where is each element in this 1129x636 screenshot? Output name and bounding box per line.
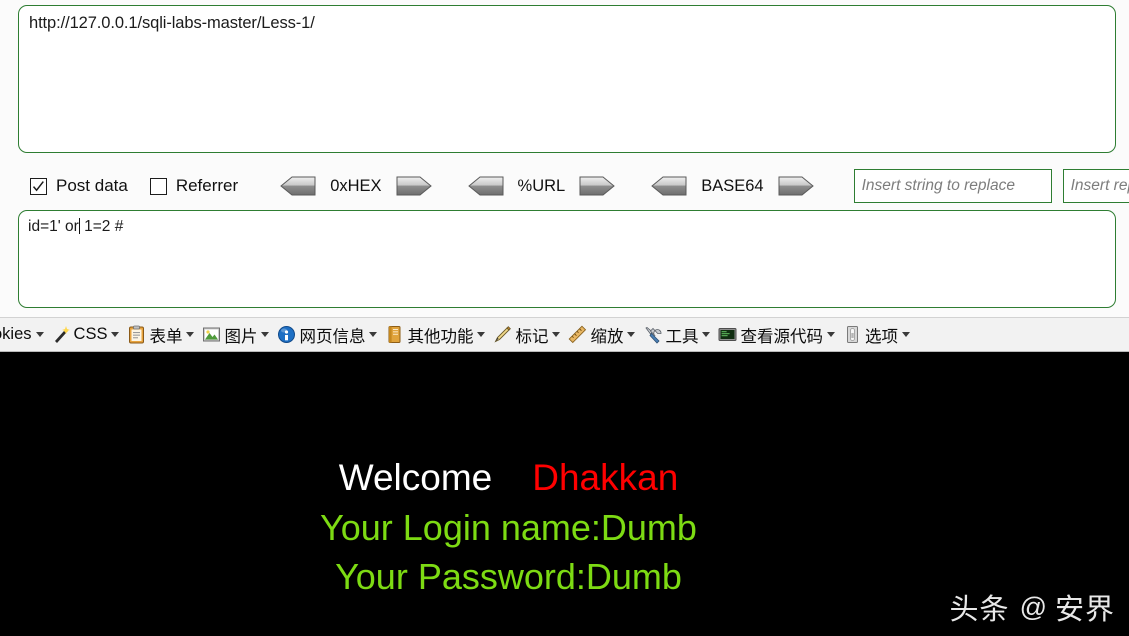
post-data-value-before-caret: id=1' or bbox=[28, 218, 79, 235]
chevron-down-icon bbox=[627, 332, 636, 337]
replace-search-placeholder: Insert string to replace bbox=[861, 177, 1015, 194]
chevron-down-icon bbox=[111, 332, 120, 337]
webdev-toolbar: okies CSS 表单 bbox=[0, 317, 1129, 352]
post-data-value: id=1' or 1=2 # bbox=[28, 217, 123, 236]
toolbar-item-options[interactable]: 选项 bbox=[840, 321, 913, 349]
post-data-value-after-caret: 1=2 # bbox=[79, 218, 124, 235]
post-data-textarea[interactable]: id=1' or 1=2 # bbox=[18, 210, 1116, 308]
chevron-down-icon bbox=[477, 332, 486, 337]
toolbar-label-information: 网页信息 bbox=[299, 327, 366, 346]
referrer-label: Referrer bbox=[175, 176, 239, 195]
toolbar-item-css[interactable]: CSS bbox=[49, 321, 123, 349]
toolbar-item-information[interactable]: 网页信息 bbox=[274, 321, 380, 349]
replace-with-placeholder: Insert rep bbox=[1070, 177, 1129, 194]
images-picture-icon bbox=[203, 327, 221, 342]
toolbar-item-forms[interactable]: 表单 bbox=[124, 321, 197, 349]
view-source-screen-icon bbox=[718, 328, 737, 341]
login-name-line: Your Login name:Dumb bbox=[320, 507, 697, 548]
toolbar-item-images[interactable]: 图片 bbox=[199, 321, 272, 349]
referrer-checkbox[interactable]: Referrer bbox=[149, 176, 239, 196]
toolbar-item-cookies[interactable]: okies bbox=[0, 321, 47, 349]
chevron-down-icon bbox=[702, 332, 711, 337]
post-data-label: Post data bbox=[56, 176, 128, 195]
url-value: http://127.0.0.1/sqli-labs-master/Less-1… bbox=[29, 14, 315, 32]
outline-pencil-icon bbox=[494, 326, 512, 343]
welcome-text: Welcome bbox=[338, 457, 493, 498]
chevron-down-icon bbox=[186, 332, 195, 337]
watermark-at-symbol: @ bbox=[1019, 591, 1048, 622]
toolbar-label-cookies: okies bbox=[0, 325, 32, 343]
toolbar-item-view-source[interactable]: 查看源代码 bbox=[715, 321, 838, 349]
toolbar-label-misc: 其他功能 bbox=[407, 327, 474, 346]
chevron-down-icon bbox=[35, 332, 44, 337]
toolbar-item-misc[interactable]: 其他功能 bbox=[382, 321, 488, 349]
page-content-inner: Welcome Dhakkan Your Login name:Dumb Your… bbox=[0, 352, 1129, 636]
encoder-label-hex: 0xHEX bbox=[330, 176, 382, 195]
toolbar-label-outline: 标记 bbox=[515, 327, 549, 346]
post-data-checkbox-box[interactable] bbox=[30, 177, 47, 195]
hackbar-panel: http://127.0.0.1/sqli-labs-master/Less-1… bbox=[0, 0, 1129, 352]
watermark-brand: 头条 bbox=[949, 594, 1010, 626]
watermark: 头条 @ 安界 bbox=[950, 586, 1115, 628]
encoder-label-url: %URL bbox=[517, 176, 566, 195]
toolbar-label-css: CSS bbox=[73, 325, 108, 343]
chevron-down-icon bbox=[826, 332, 835, 337]
css-wand-icon bbox=[54, 326, 70, 343]
checkmark-icon bbox=[32, 180, 44, 191]
forms-clipboard-icon bbox=[129, 325, 145, 344]
post-data-checkbox[interactable]: Post data bbox=[30, 176, 128, 196]
encoder-group-url: %URL bbox=[467, 176, 616, 196]
toolbar-label-forms: 表单 bbox=[149, 327, 183, 346]
base64-encode-arrow-icon[interactable] bbox=[778, 176, 814, 196]
toolbar-label-tools: 工具 bbox=[665, 327, 699, 346]
hex-encode-arrow-icon[interactable] bbox=[396, 176, 432, 196]
screenshot-root: http://127.0.0.1/sqli-labs-master/Less-1… bbox=[0, 0, 1129, 636]
toolbar-item-outline[interactable]: 标记 bbox=[490, 321, 563, 349]
encoder-label-base64: BASE64 bbox=[701, 176, 764, 195]
hex-decode-arrow-icon[interactable] bbox=[280, 176, 316, 196]
password-line: Your Password:Dumb bbox=[335, 556, 682, 597]
welcome-name: Dhakkan bbox=[532, 457, 679, 498]
toolbar-label-resize: 缩放 bbox=[590, 327, 624, 346]
toolbar-label-options: 选项 bbox=[864, 327, 898, 346]
options-switch-icon bbox=[846, 326, 858, 343]
page-content-area: Welcome Dhakkan Your Login name:Dumb Your… bbox=[0, 352, 1129, 636]
chevron-down-icon bbox=[369, 332, 378, 337]
toolbar-label-images: 图片 bbox=[224, 327, 258, 346]
toolbar-item-resize[interactable]: 缩放 bbox=[565, 321, 638, 349]
chevron-down-icon bbox=[901, 332, 910, 337]
encoder-group-hex: 0xHEX bbox=[280, 176, 432, 196]
misc-book-icon bbox=[388, 326, 401, 343]
welcome-line: Welcome Dhakkan bbox=[0, 456, 1017, 500]
url-textarea[interactable]: http://127.0.0.1/sqli-labs-master/Less-1… bbox=[18, 5, 1116, 153]
replace-with-input[interactable]: Insert rep bbox=[1062, 169, 1129, 203]
encoder-group-base64: BASE64 bbox=[651, 176, 814, 196]
base64-decode-arrow-icon[interactable] bbox=[651, 176, 687, 196]
information-info-icon bbox=[278, 326, 296, 343]
tools-wrench-icon bbox=[645, 327, 662, 344]
resize-ruler-icon bbox=[569, 325, 587, 344]
referrer-checkbox-box[interactable] bbox=[149, 177, 167, 195]
hackbar-controls-row: Post data Referrer 0xHEX %URL BASE64 Ins… bbox=[0, 166, 1129, 206]
chevron-down-icon bbox=[552, 332, 561, 337]
watermark-author: 安界 bbox=[1054, 594, 1115, 626]
url-encode-arrow-icon[interactable] bbox=[579, 176, 616, 196]
url-decode-arrow-icon[interactable] bbox=[467, 176, 504, 196]
toolbar-item-tools[interactable]: 工具 bbox=[640, 321, 713, 349]
toolbar-label-view-source: 查看源代码 bbox=[740, 327, 823, 346]
replace-search-input[interactable]: Insert string to replace bbox=[853, 169, 1052, 203]
chevron-down-icon bbox=[261, 332, 270, 337]
